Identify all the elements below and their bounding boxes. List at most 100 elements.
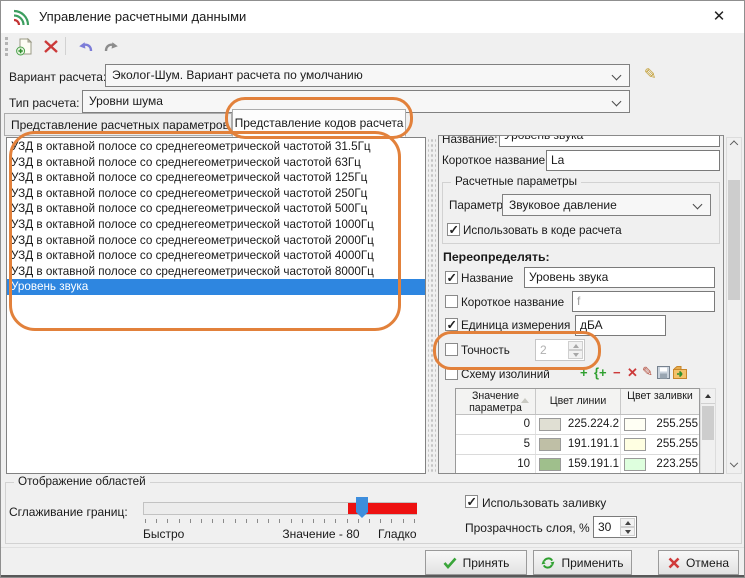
apply-button[interactable]: Применить — [533, 550, 632, 575]
line-color-text: 191.191.1 — [568, 438, 619, 450]
precision-value: 2 — [540, 343, 547, 357]
cancel-button[interactable]: Отмена — [658, 550, 739, 575]
list-item[interactable]: УЗД в октавной полосе со среднегеометрич… — [7, 139, 425, 155]
isoline-save-icon[interactable] — [657, 366, 670, 379]
use-in-code-checkbox[interactable] — [447, 223, 460, 236]
line-color-cell: 191.191.1 — [536, 435, 621, 454]
calc-type-label: Тип расчета: — [9, 96, 79, 110]
override-short-name-checkbox[interactable] — [445, 295, 458, 308]
apply-button-label: Применить — [561, 556, 623, 570]
undo-button[interactable] — [73, 35, 97, 58]
slider-tick — [145, 519, 146, 523]
slider-tick — [358, 519, 359, 523]
precision-checkbox[interactable] — [445, 343, 458, 356]
codes-list[interactable]: УЗД в октавной полосе со среднегеометрич… — [6, 137, 426, 474]
fill-color-cell: 255.255 — [621, 435, 699, 454]
accept-check-icon — [443, 557, 457, 569]
isoline-remove-icon[interactable]: − — [613, 365, 621, 380]
line-color-text: 159.191.1 — [568, 458, 619, 470]
slider-tick — [380, 519, 381, 523]
close-icon[interactable]: ✕ — [706, 6, 732, 28]
isoline-add-group-icon[interactable]: {+ — [594, 365, 607, 380]
list-item[interactable]: УЗД в октавной полосе со среднегеометрич… — [7, 217, 425, 233]
isoline-add-icon[interactable]: + — [580, 365, 588, 380]
smoothing-slider-track[interactable] — [143, 502, 417, 515]
table-scroll-up-button[interactable] — [701, 389, 715, 404]
slider-tick — [335, 519, 336, 523]
isoline-edit-pencil-icon[interactable]: ✎ — [642, 364, 653, 380]
isoline-delete-icon[interactable]: ✕ — [627, 365, 638, 381]
variant-combobox[interactable]: Эколог-Шум. Вариант расчета по умолчанию — [105, 64, 630, 87]
precision-spinner[interactable]: 2 — [535, 339, 585, 361]
line-color-cell: 159.191.1 — [536, 455, 621, 474]
spin-down-icon[interactable] — [620, 527, 635, 536]
list-item[interactable]: УЗД в октавной полосе со среднегеометрич… — [7, 170, 425, 186]
table-row[interactable]: 0225.224.2255.255 — [456, 415, 699, 435]
line-color-swatch — [539, 458, 561, 471]
param-value-cell: 5 — [456, 435, 536, 454]
slider-tick — [179, 519, 180, 523]
accept-button[interactable]: Принять — [425, 550, 527, 575]
override-name-checkbox[interactable] — [445, 271, 458, 284]
delete-record-button[interactable] — [39, 35, 63, 58]
color-table-body: 0225.224.2255.2555191.191.1255.25510159.… — [456, 415, 699, 474]
parameter-value: Звуковое давление — [509, 198, 617, 212]
tab-codes-view[interactable]: Представление кодов расчета — [232, 109, 406, 137]
list-item[interactable]: УЗД в октавной полосе со среднегеометрич… — [7, 155, 425, 171]
override-unit-checkbox[interactable] — [445, 318, 458, 331]
list-item[interactable]: УЗД в октавной полосе со среднегеометрич… — [7, 264, 425, 280]
column-header-line-color[interactable]: Цвет линии — [536, 389, 621, 414]
line-color-swatch — [539, 418, 561, 431]
list-item[interactable]: УЗД в октавной полосе со среднегеометрич… — [7, 201, 425, 217]
tab-parameters-view[interactable]: Представление расчетных параметров — [4, 113, 232, 136]
isoline-import-icon[interactable] — [673, 365, 687, 379]
parameter-combobox[interactable]: Звуковое давление — [502, 194, 711, 216]
opacity-spinner[interactable]: 30 — [593, 516, 637, 538]
fill-color-cell: 223.255 — [621, 455, 699, 474]
toolbar — [1, 33, 745, 60]
panel-scroll-down-button[interactable] — [727, 458, 741, 473]
column-header-fill-color[interactable]: Цвет заливки — [621, 389, 699, 414]
panel-scroll-up-button[interactable] — [727, 138, 741, 153]
name-input-value: Уровень звука — [504, 135, 583, 142]
table-row[interactable]: 5 191.191.1255.255 — [456, 435, 699, 455]
panel-scrollbar[interactable] — [726, 137, 742, 474]
add-record-button[interactable] — [12, 35, 36, 58]
table-scrollbar[interactable] — [700, 388, 716, 474]
table-scrollbar-thumb[interactable] — [702, 406, 714, 440]
title-bar: Управление расчетными данными ✕ — [1, 1, 745, 33]
redo-button[interactable] — [99, 35, 123, 58]
spin-down-icon[interactable] — [568, 350, 583, 359]
override-name-input[interactable]: Уровень звука — [524, 267, 715, 288]
variant-value: Эколог-Шум. Вариант расчета по умолчанию — [112, 68, 363, 82]
spin-up-icon[interactable] — [620, 518, 635, 527]
fill-color-text: 223.255 — [656, 458, 698, 470]
button-bar-separator — [1, 547, 745, 548]
list-item[interactable]: Уровень звука — [7, 279, 425, 295]
new-document-icon — [16, 38, 33, 56]
table-row[interactable]: 10159.191.1223.255 — [456, 455, 699, 474]
edit-pencil-icon[interactable]: ✎ — [644, 65, 657, 83]
slider-tick — [167, 519, 168, 523]
spin-up-icon[interactable] — [568, 341, 583, 350]
column-header-value[interactable]: Значение параметра — [456, 389, 536, 414]
splitter-handle[interactable] — [428, 137, 436, 474]
slider-tick — [347, 519, 348, 523]
list-item[interactable]: УЗД в октавной полосе со среднегеометрич… — [7, 186, 425, 202]
use-fill-checkbox[interactable] — [465, 495, 478, 508]
list-item[interactable]: УЗД в октавной полосе со среднегеометрич… — [7, 248, 425, 264]
list-item[interactable]: УЗД в октавной полосе со среднегеометрич… — [7, 233, 425, 249]
isoline-scheme-checkbox[interactable] — [445, 367, 458, 380]
override-section-title: Переопределять: — [443, 250, 550, 264]
toolbar-grip[interactable] — [5, 37, 8, 56]
name-input[interactable]: Уровень звука — [499, 135, 720, 147]
undo-icon — [77, 40, 94, 54]
override-short-name-input[interactable]: f — [572, 291, 715, 312]
override-unit-input[interactable]: дБА — [575, 315, 666, 336]
smoothing-label: Сглаживание границ: — [9, 505, 128, 519]
chevron-down-icon — [693, 200, 703, 210]
short-name-input[interactable]: La — [546, 150, 720, 171]
opacity-value: 30 — [598, 520, 611, 534]
slider-tick — [223, 519, 224, 523]
panel-scrollbar-thumb[interactable] — [728, 180, 740, 300]
